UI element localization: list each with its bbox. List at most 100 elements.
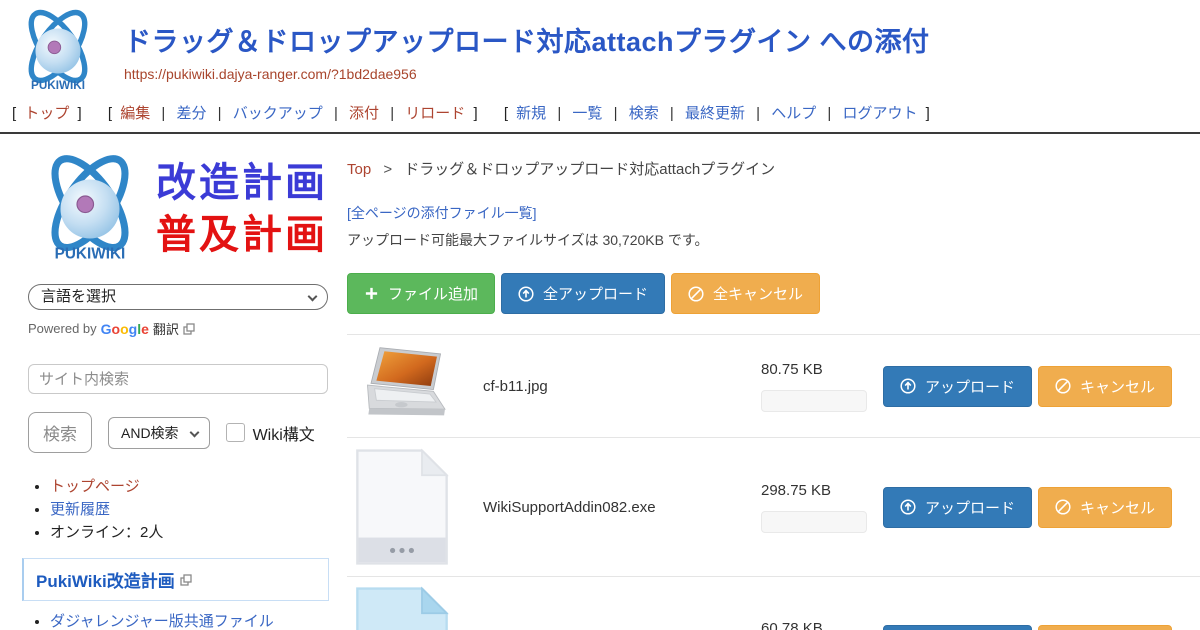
nav-separator: | (614, 105, 618, 122)
file-size: 80.75 KB (761, 361, 867, 378)
circled-slash-icon (1055, 499, 1071, 515)
upload-button[interactable]: アップロード (883, 487, 1032, 528)
file-size: 60.78 KB (761, 620, 867, 630)
chevron-down-icon (308, 292, 318, 302)
chevron-down-icon (189, 427, 199, 437)
nav-separator: | (334, 105, 338, 122)
search-button[interactable]: 検索 (28, 412, 92, 453)
upload-progress-bar (761, 390, 867, 412)
upload-button[interactable]: アップロード (883, 366, 1032, 407)
circled-up-arrow-icon (518, 286, 534, 302)
language-select-value: 言語を選択 (41, 288, 116, 305)
plus-icon (364, 286, 379, 301)
file-row: </> contents.html 60.78 KB アップロード (347, 577, 1200, 630)
bracket: ] (926, 105, 930, 122)
pukiwiki-logo-text: PUKIWIKI (31, 79, 85, 92)
wiki-syntax-checkbox[interactable] (226, 423, 245, 442)
nav-item-diff[interactable]: 差分 (176, 102, 206, 123)
add-file-button[interactable]: ファイル追加 (347, 273, 495, 314)
cancel-all-button[interactable]: 全キャンセル (671, 273, 820, 314)
pukiwiki-logo-text: PUKIWIKI (55, 246, 126, 263)
sidebar-link-history[interactable]: 更新履歴 (50, 501, 110, 518)
page-header: PUKIWIKI ドラッグ＆ドロップアップロード対応attachプラグイン への… (0, 0, 1200, 96)
search-mode-select[interactable]: AND検索 (108, 417, 210, 449)
circled-slash-icon (688, 286, 704, 302)
upload-progress-bar (761, 511, 867, 533)
upload-all-button[interactable]: 全アップロード (501, 273, 665, 314)
logo-slogan-line2: 普及計画 (156, 209, 328, 261)
page-title: ドラッグ＆ドロップアップロード対応attachプラグイン への添付 (124, 0, 1200, 59)
circled-slash-icon (1055, 378, 1071, 394)
nav-separator: | (390, 105, 394, 122)
bracket: ] (78, 105, 82, 122)
nav-item-backup[interactable]: バックアップ (233, 102, 323, 123)
cancel-button[interactable]: キャンセル (1038, 487, 1172, 528)
bracket: [ (12, 105, 16, 122)
sidebar: PUKIWIKI 改造計画 普及計画 言語を選択 Powered by Goog… (0, 134, 345, 630)
sidebar-section-title-link[interactable]: PukiWiki改造計画 (36, 567, 175, 592)
nav-item-attach[interactable]: 添付 (349, 102, 379, 123)
list-item: 更新履歴 (50, 498, 329, 519)
nav-item-new[interactable]: 新規 (516, 102, 546, 123)
pukiwiki-atom-logo-icon[interactable]: PUKIWIKI (10, 6, 106, 96)
html-file-icon: </> (355, 586, 449, 630)
logo-slogan-line1: 改造計画 (156, 157, 328, 209)
file-size: 298.75 KB (761, 482, 867, 499)
site-search-input[interactable] (28, 364, 328, 394)
online-count: オンライン：2人 (50, 524, 163, 541)
max-upload-size-text: アップロード可能最大ファイルサイズは 30,720KB です。 (347, 230, 1200, 250)
list-item: トップページ (50, 475, 329, 496)
list-item: ダジャレンジャー版共通ファイル (50, 613, 329, 630)
bracket: ] (473, 105, 477, 122)
generic-file-icon (355, 447, 449, 567)
sidebar-site-logo[interactable]: PUKIWIKI 改造計画 普及計画 (28, 150, 329, 268)
nav-separator: | (756, 105, 760, 122)
top-navigation: [ トップ ] [ 編集 | 差分 | バックアップ | 添付 | リロード ]… (8, 102, 1200, 123)
all-pages-attach-list-link[interactable]: [全ページの添付ファイル一覧] (347, 203, 1200, 223)
nav-item-logout[interactable]: ログアウト (842, 102, 917, 123)
external-link-icon (180, 574, 192, 586)
sidebar-top-links: トップページ 更新履歴 オンライン：2人 (50, 475, 329, 542)
page-url-link[interactable]: https://pukiwiki.dajya-ranger.com/?1bd2d… (124, 66, 1200, 82)
language-select[interactable]: 言語を選択 (28, 284, 328, 310)
laptop-photo-thumbnail (355, 344, 453, 428)
circled-up-arrow-icon (900, 499, 916, 515)
upload-file-list: cf-b11.jpg 80.75 KB アップロード (347, 334, 1200, 630)
file-row: WikiSupportAddin082.exe 298.75 KB アップロード (347, 438, 1200, 577)
nav-item-search[interactable]: 検索 (629, 102, 659, 123)
file-name: WikiSupportAddin082.exe (483, 499, 761, 516)
cancel-button[interactable]: キャンセル (1038, 625, 1172, 630)
nav-item-recent[interactable]: 最終更新 (685, 102, 745, 123)
google-logo: Google (101, 321, 149, 337)
sidebar-link-common-files[interactable]: ダジャレンジャー版共通ファイル (50, 613, 274, 630)
nav-item-reload[interactable]: リロード (405, 102, 465, 123)
search-mode-value: AND検索 (121, 425, 179, 441)
sidebar-link-toppage[interactable]: トップページ (50, 478, 140, 495)
cancel-button[interactable]: キャンセル (1038, 366, 1172, 407)
file-name: cf-b11.jpg (483, 378, 761, 395)
upload-button[interactable]: アップロード (883, 625, 1032, 630)
wiki-syntax-label: Wiki構文 (253, 421, 315, 445)
nav-item-edit[interactable]: 編集 (120, 102, 150, 123)
translate-link[interactable]: 翻訳 (153, 319, 179, 338)
breadcrumb-current: ドラッグ＆ドロップアップロード対応attachプラグイン (404, 161, 775, 178)
main-content: Top > ドラッグ＆ドロップアップロード対応attachプラグイン [全ページ… (345, 134, 1200, 630)
sidebar-main-links: ダジャレンジャー版共通ファイル PukiWiki本体改造 PukiWikiテキス… (50, 613, 329, 630)
bracket: [ (504, 105, 508, 122)
nav-item-list[interactable]: 一覧 (572, 102, 602, 123)
bracket: [ (108, 105, 112, 122)
breadcrumb-home-link[interactable]: Top (347, 161, 371, 178)
circled-up-arrow-icon (900, 378, 916, 394)
breadcrumb-separator: > (383, 161, 392, 178)
nav-item-help[interactable]: ヘルプ (771, 102, 816, 123)
list-item: オンライン：2人 (50, 521, 329, 542)
bulk-action-toolbar: ファイル追加 全アップロード 全キャンセル (347, 273, 1200, 314)
nav-item-top[interactable]: トップ (24, 102, 69, 123)
sidebar-section-header: PukiWiki改造計画 (22, 558, 329, 601)
file-row: cf-b11.jpg 80.75 KB アップロード (347, 335, 1200, 438)
powered-by-label: Powered by (28, 321, 97, 336)
external-link-icon (183, 323, 195, 335)
nav-separator: | (161, 105, 165, 122)
nav-separator: | (557, 105, 561, 122)
breadcrumb: Top > ドラッグ＆ドロップアップロード対応attachプラグイン (347, 158, 1200, 179)
